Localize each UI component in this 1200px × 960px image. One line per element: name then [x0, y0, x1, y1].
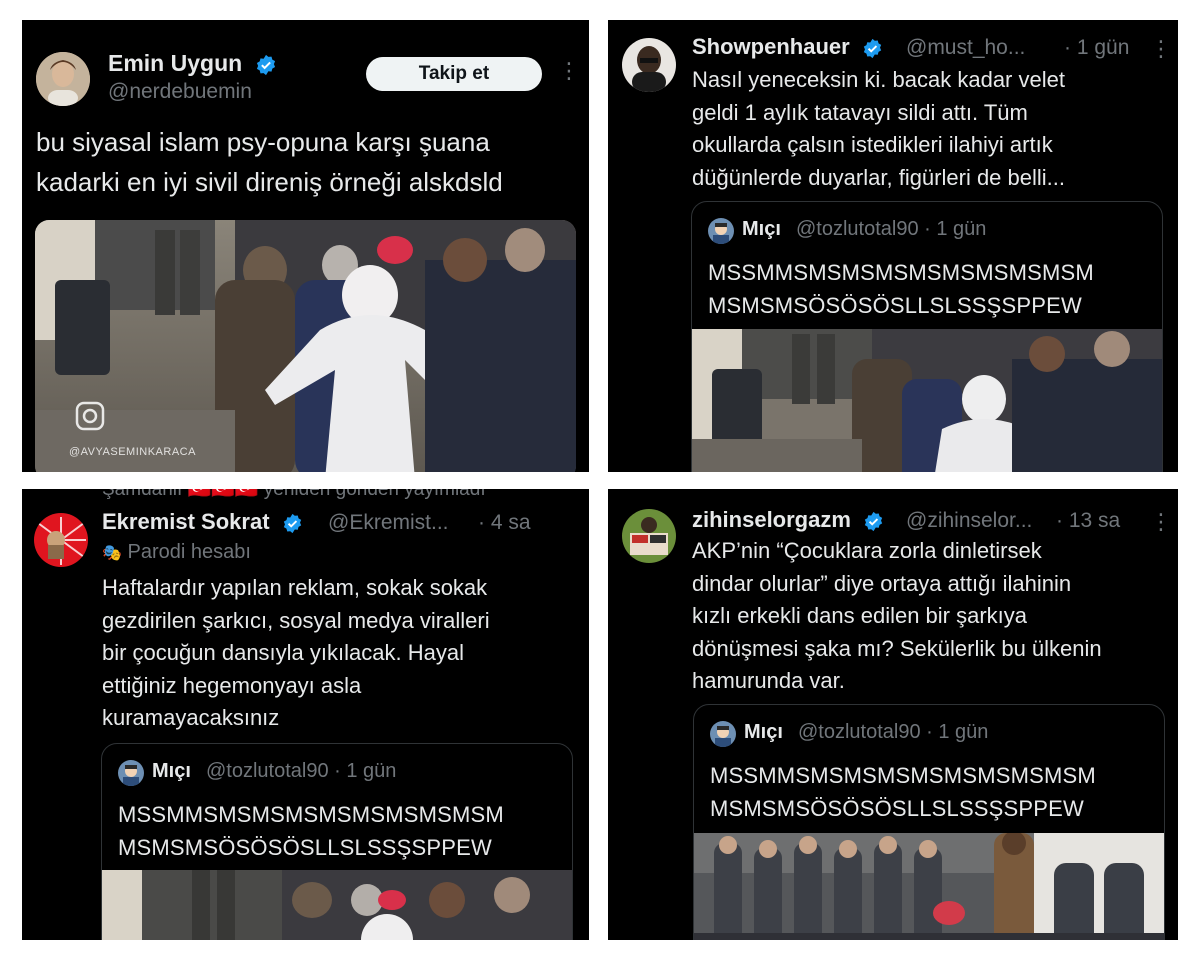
quote-avatar: [118, 760, 144, 786]
tweet-emin-uygun: Emin Uygun @nerdebuemin Takip et ⋮ bu si…: [22, 20, 589, 472]
author-name[interactable]: Showpenhauer: [692, 34, 883, 60]
quote-text: MSSMMSMSMSMSMSMSMSMSMSM MSMSMSÖSÖSÖSLLSL…: [708, 256, 1094, 322]
author-name[interactable]: zihinselorgazm: [692, 507, 884, 533]
tweet-text-line: kızlı erkekli dans edilen bir şarkıya: [692, 603, 1028, 628]
video-thumbnail[interactable]: @AVYASEMINKARACA: [35, 220, 576, 472]
author-name-text: Showpenhauer: [692, 34, 850, 59]
tweet-text-line: ettiğiniz hegemonyayı asla: [102, 672, 362, 698]
quoted-tweet[interactable]: Mıçı @tozlutotal90 · 1 gün MSSMMSMSMSMSM…: [101, 743, 573, 940]
quote-text-line: MSSMMSMSMSMSMSMSMSMSMSM: [710, 763, 1096, 788]
author-handle[interactable]: @nerdebuemin: [108, 80, 252, 104]
quote-text-line: MSMSMSÖSÖSÖSLLSLSSŞSPPEW: [708, 293, 1083, 318]
author-name[interactable]: Ekremist Sokrat: [102, 509, 303, 535]
tweet-time[interactable]: · 1 gün: [1064, 36, 1129, 60]
tweet-text: AKP’nin “Çocuklara zorla dinletirsek din…: [692, 535, 1172, 698]
repost-header: Şamdanlı 🇹🇷🇹🇷🇹🇷 yeniden gönderi yayımlad…: [102, 489, 486, 500]
quote-text-line: MSSMMSMSMSMSMSMSMSMSMSM: [708, 260, 1094, 285]
author-avatar[interactable]: [622, 509, 676, 563]
tweet-text-line: gezdirilen şarkıcı, sosyal medya viralle…: [102, 607, 490, 633]
author-avatar[interactable]: [622, 38, 676, 92]
follow-button[interactable]: Takip et: [366, 57, 542, 91]
author-handle[interactable]: @must_ho...: [906, 36, 1025, 60]
author-name-text: Ekremist Sokrat: [102, 509, 270, 534]
verified-icon: [864, 511, 883, 531]
quote-text-line: MSMSMSÖSÖSÖSLLSLSSŞSPPEW: [710, 796, 1085, 821]
tweet-text-line: AKP’nin “Çocuklara zorla dinletirsek: [692, 538, 1042, 563]
more-icon[interactable]: ⋮: [1150, 36, 1172, 62]
tweet-text-line: bu siyasal islam psy-opuna karşı şuana: [36, 127, 490, 157]
tweet-text-line: geldi 1 aylık tatavayı sildi attı. Tüm: [692, 99, 1028, 125]
tweet-text-line: kuramayacaksınız: [102, 705, 280, 730]
parody-mask-icon: 🎭: [102, 545, 122, 562]
quote-author: Mıçı: [744, 721, 783, 743]
verified-icon: [256, 54, 275, 76]
parody-label: Parodi hesabı: [127, 541, 251, 563]
tweet-showpenhauer: Showpenhauer @must_ho... · 1 gün ⋮ Nasıl…: [608, 20, 1178, 472]
quote-text-line: MSMSMSÖSÖSÖSLLSLSSŞSPPEW: [118, 835, 493, 860]
author-avatar[interactable]: [36, 52, 90, 106]
parody-badge: 🎭 Parodi hesabı: [102, 541, 251, 564]
author-handle[interactable]: @Ekremist...: [328, 511, 449, 535]
tweet-text-line: düğünlerde duyarlar, figürleri de belli.…: [692, 164, 1066, 190]
verified-icon: [283, 513, 301, 533]
tweet-text-line: dönüşmesi şaka mı? Sekülerlik bu ülkenin: [692, 635, 1102, 661]
quote-author: Mıçı: [742, 218, 781, 240]
tweet-text-line: dindar olurlar” diye ortaya attığı ilahi…: [692, 570, 1072, 596]
tweet-text: Nasıl yeneceksin ki. bacak kadar velet g…: [692, 64, 1172, 194]
quote-video-thumbnail[interactable]: [102, 870, 572, 940]
author-name[interactable]: Emin Uygun: [108, 50, 277, 77]
tweet-ekremist-sokrat: Şamdanlı 🇹🇷🇹🇷🇹🇷 yeniden gönderi yayımlad…: [22, 489, 589, 940]
tweet-text: Haftalardır yapılan reklam, sokak sokak …: [102, 572, 582, 735]
quoted-tweet[interactable]: Mıçı @tozlutotal90 · 1 gün MSSMMSMSMSMSM…: [691, 201, 1163, 472]
tweet-time[interactable]: · 13 sa: [1056, 509, 1120, 533]
author-avatar[interactable]: [34, 513, 88, 567]
quote-text-line: MSSMMSMSMSMSMSMSMSMSMSM: [118, 802, 504, 827]
quote-handle: @tozlutotal90 · 1 gün: [798, 721, 989, 743]
quote-video-thumbnail[interactable]: [694, 833, 1164, 940]
verified-icon: [863, 38, 881, 58]
quote-avatar: [710, 721, 736, 747]
tweet-text-line: kadarki en iyi sivil direniş örneği alsk…: [36, 167, 503, 197]
quote-text: MSSMMSMSMSMSMSMSMSMSMSM MSMSMSÖSÖSÖSLLSL…: [118, 798, 504, 864]
tweet-text-line: bir çocuğun dansıyla yıkılacak. Hayal: [102, 640, 464, 665]
quote-avatar: [708, 218, 734, 244]
quoted-tweet[interactable]: Mıçı @tozlutotal90 · 1 gün MSSMMSMSMSMSM…: [693, 704, 1165, 940]
more-icon[interactable]: ⋮: [558, 58, 580, 84]
tweet-text-line: okullarda çalsın istedikleri ilahiyi art…: [692, 132, 1053, 157]
quote-handle: @tozlutotal90 · 1 gün: [796, 218, 987, 240]
quote-handle: @tozlutotal90 · 1 gün: [206, 760, 397, 782]
author-name-text: zihinselorgazm: [692, 507, 851, 532]
video-watermark: @AVYASEMINKARACA: [69, 446, 196, 458]
author-name-text: Emin Uygun: [108, 50, 243, 76]
quote-author: Mıçı: [152, 760, 191, 782]
more-icon[interactable]: ⋮: [1150, 509, 1172, 535]
quote-video-thumbnail[interactable]: [692, 329, 1162, 472]
tweet-text-line: Haftalardır yapılan reklam, sokak sokak: [102, 575, 488, 600]
tweet-text-line: Nasıl yeneceksin ki. bacak kadar velet: [692, 67, 1065, 92]
tweet-zihinselorgazm: zihinselorgazm @zihinselor... · 13 sa ⋮ …: [608, 489, 1178, 940]
quote-text: MSSMMSMSMSMSMSMSMSMSMSM MSMSMSÖSÖSÖSLLSL…: [710, 759, 1096, 825]
tweet-time[interactable]: · 4 sa: [478, 511, 531, 535]
tweet-text: bu siyasal islam psy-opuna karşı şuana k…: [36, 122, 586, 202]
tweet-text-line: hamurunda var.: [692, 668, 845, 693]
author-handle[interactable]: @zihinselor...: [906, 509, 1032, 533]
